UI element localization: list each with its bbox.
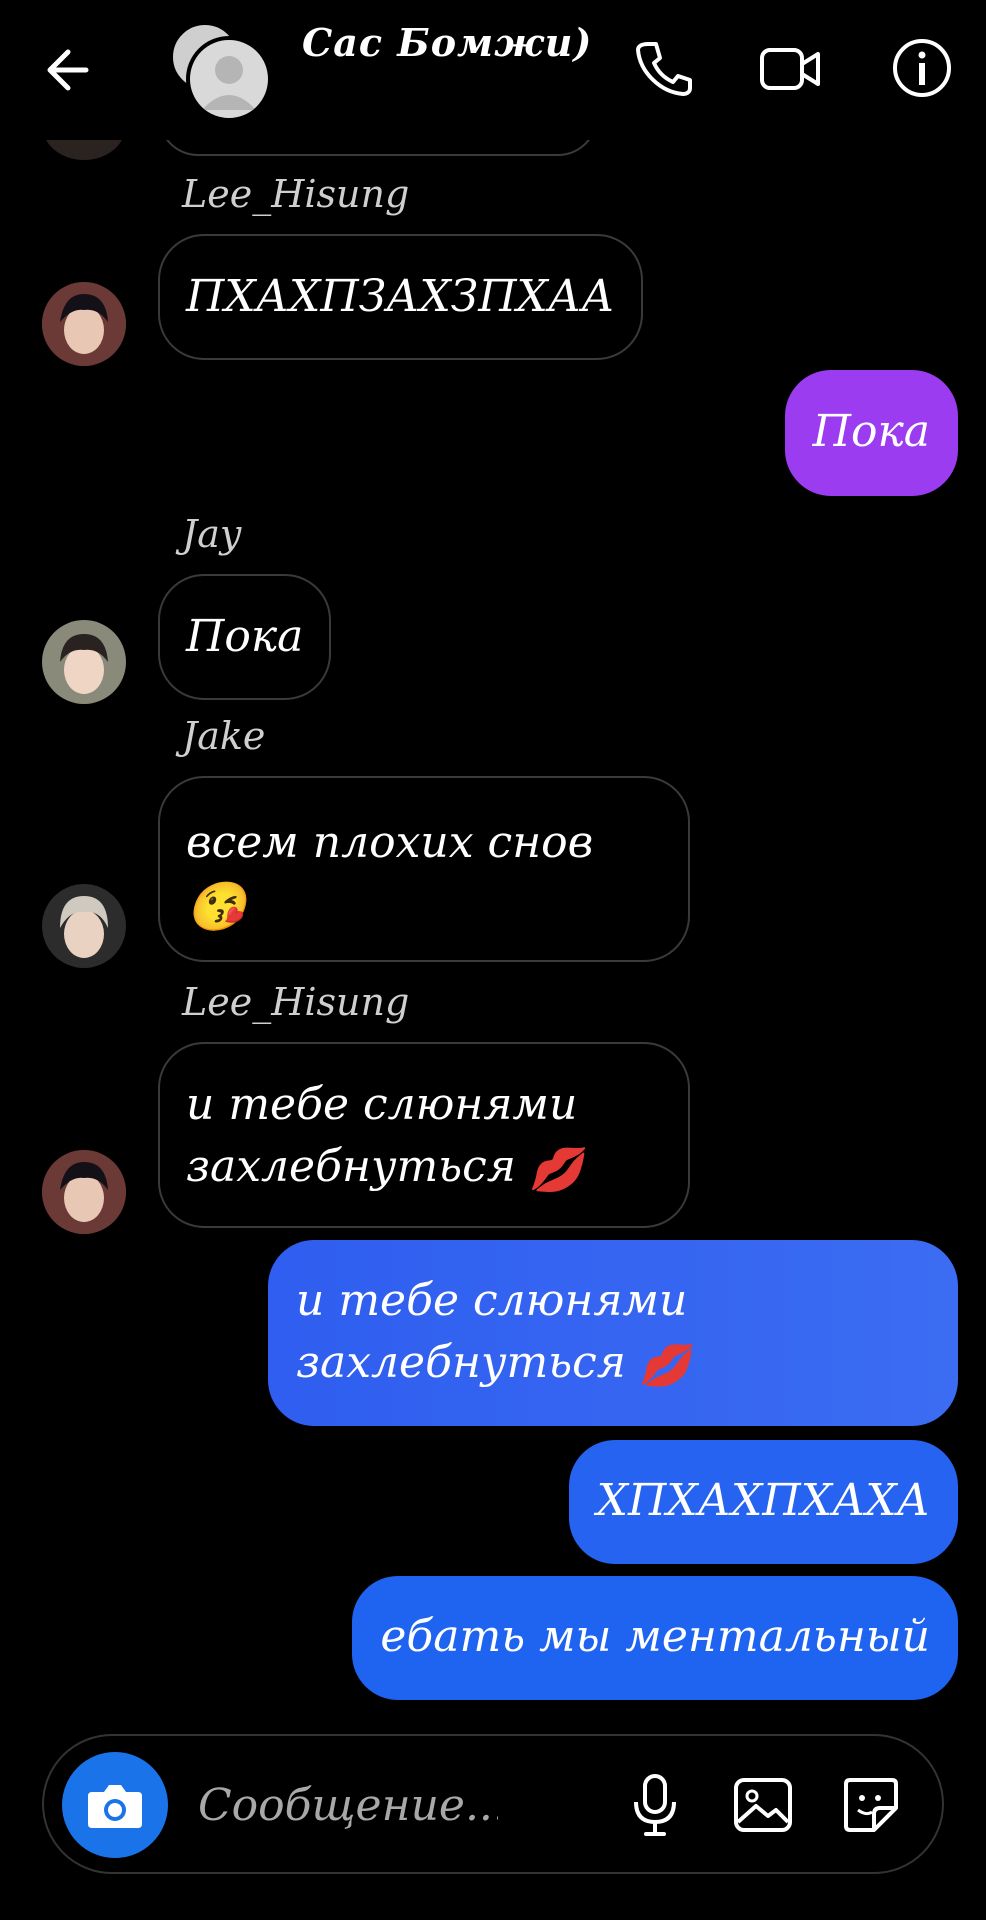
message-text: и тебе слюнями (296, 1275, 688, 1326)
avatar-front (186, 36, 272, 122)
outgoing-message[interactable]: и тебе слюнями захлебнуться 💋 (268, 1240, 958, 1426)
outgoing-message[interactable]: ХПХАХПХАХА (568, 1440, 958, 1564)
lips-kiss-emoji-icon: 💋 (639, 1342, 690, 1389)
message-composer (42, 1734, 944, 1874)
message-text: захлебнуться (186, 1141, 516, 1192)
avatar-lee-hisung[interactable] (42, 1150, 126, 1234)
camera-button[interactable] (62, 1752, 168, 1858)
message-text: захлебнуться (296, 1337, 626, 1388)
microphone-icon[interactable] (620, 1770, 690, 1840)
gallery-image-icon[interactable] (728, 1770, 798, 1840)
kiss-face-emoji-icon: 😘 (186, 878, 246, 935)
avatar-photo (42, 620, 126, 704)
avatar-photo (42, 884, 126, 968)
avatar-photo (42, 282, 126, 366)
group-avatar[interactable] (170, 22, 272, 122)
default-user-icon (202, 56, 256, 110)
camera-icon (88, 1785, 142, 1828)
message-text: ХПХАХПХАХА (596, 1475, 930, 1526)
message-input[interactable] (196, 1772, 500, 1838)
message-text: и тебе слюнями (186, 1079, 578, 1130)
sticker-icon[interactable] (836, 1770, 906, 1840)
phone-icon[interactable] (630, 36, 694, 100)
incoming-message[interactable]: Пока (158, 574, 332, 700)
incoming-message[interactable]: всем плохих снов 😘 (158, 776, 690, 962)
chat-title[interactable]: Сас Бомжи) (302, 20, 592, 65)
chat-header: Сас Бомжи) (0, 0, 986, 140)
avatar-jake[interactable] (42, 884, 126, 968)
outgoing-message[interactable]: Пока (784, 370, 958, 496)
avatar-lee-hisung[interactable] (42, 282, 126, 366)
message-text: ебать мы ментальный (380, 1611, 930, 1662)
outgoing-message[interactable]: ебать мы ментальный (352, 1576, 958, 1700)
lips-kiss-emoji-icon: 💋 (529, 1144, 583, 1194)
incoming-message[interactable]: ПХАХПЗАХЗПХАА (158, 234, 643, 360)
message-text: ПХАХПЗАХЗПХАА (186, 271, 615, 322)
back-arrow-icon[interactable] (40, 40, 100, 100)
message-text: Пока (812, 406, 930, 457)
incoming-message[interactable]: и тебе слюнями захлебнуться 💋 (158, 1042, 690, 1228)
sender-name: Lee_Hisung (182, 172, 410, 216)
sender-name: Jake (182, 714, 266, 758)
video-camera-icon[interactable] (758, 36, 822, 100)
avatar-photo (42, 1150, 126, 1234)
avatar-jay[interactable] (42, 620, 126, 704)
message-text: Пока (186, 611, 304, 662)
info-icon[interactable] (890, 36, 954, 100)
sender-name: Lee_Hisung (182, 980, 410, 1024)
message-text: всем плохих снов (186, 817, 594, 868)
sender-name: Jay (182, 512, 242, 556)
